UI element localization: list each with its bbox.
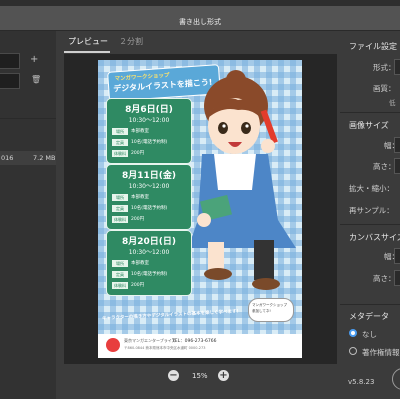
event-row-value: 200円 xyxy=(131,283,145,288)
resample-label: 再サンプル： xyxy=(349,206,394,215)
dialog-title-bar: 書き出し形式 xyxy=(0,0,400,31)
event-row-value: 10名(電話予約制) xyxy=(131,272,168,277)
speech-bubble: マンガワークショップ 参加してネ! xyxy=(248,298,294,322)
poster-tagline: キャラクターの描き方やデジタルイラストの基本を楽しく学べます! xyxy=(101,309,239,322)
window-top-strip xyxy=(0,0,400,6)
organizer-tel: TEL：096-273-6766 xyxy=(172,339,217,344)
zoom-in-button[interactable]: + xyxy=(218,370,229,381)
poster-image: マンガワークショップ デジタルイラストを描こう! 8月6日(日) 10:30〜1… xyxy=(98,60,302,358)
event-row-value: 本部教室 xyxy=(131,261,149,266)
format-select[interactable] xyxy=(394,59,400,75)
event-row-label: 場所 xyxy=(112,260,128,267)
metadata-heading: メタデータ xyxy=(349,312,389,321)
zoom-controls: − 15% + xyxy=(64,366,337,386)
event-row-label: 体験料 xyxy=(112,216,128,223)
active-tab-indicator xyxy=(64,51,110,53)
event-row-value: 200円 xyxy=(131,151,145,156)
event-time: 10:30〜12:00 xyxy=(128,249,170,256)
width-input[interactable] xyxy=(394,137,400,153)
file-settings-heading: ファイル設定 xyxy=(349,42,397,51)
poster-footer: 東京マンガエンタープライズ TEL：096-273-6766 〒860-0844… xyxy=(98,334,302,358)
event-card: 8月6日(日) 10:30〜12:00 場所 本部教室 定員 10名(電話予約制… xyxy=(106,98,192,164)
event-time: 10:30〜12:00 xyxy=(128,183,170,190)
height-input[interactable] xyxy=(394,158,400,174)
version-label: v5.8.23 xyxy=(348,378,375,386)
metadata-copyright-label: 著作権情報 xyxy=(362,348,400,357)
panel-divider xyxy=(340,224,400,225)
event-date: 8月20日(日) xyxy=(121,237,176,247)
event-row-label: 定員 xyxy=(112,139,128,146)
event-date: 8月6日(日) xyxy=(125,105,173,115)
dialog-title: 書き出し形式 xyxy=(179,18,221,26)
file-list-row[interactable]: 016 7.2 MB xyxy=(0,151,56,165)
left-panel: + 🗑 016 7.2 MB xyxy=(0,31,56,399)
file-size: 7.2 MB xyxy=(33,154,56,162)
preset-field[interactable] xyxy=(0,53,20,69)
quality-low-label: 低 xyxy=(389,99,396,107)
panel-divider xyxy=(340,112,400,113)
event-row-label: 場所 xyxy=(112,194,128,201)
event-row-label: 定員 xyxy=(112,205,128,212)
event-time: 10:30〜12:00 xyxy=(128,117,170,124)
preset-select[interactable] xyxy=(0,73,20,89)
format-label: 形式： xyxy=(373,63,396,72)
event-row-label: 場所 xyxy=(112,128,128,135)
speech-line-1: マンガワークショップ xyxy=(252,303,287,307)
event-row-value: 200円 xyxy=(131,217,145,222)
metadata-none-label: なし xyxy=(362,330,377,339)
event-row-value: 10名(電話予約制) xyxy=(131,206,168,211)
event-card: 8月20日(日) 10:30〜12:00 場所 本部教室 定員 10名(電話予約… xyxy=(106,230,192,296)
canvas-size-heading: カンバスサイズ xyxy=(349,233,400,242)
zoom-out-button[interactable]: − xyxy=(168,370,179,381)
height-label: 高さ： xyxy=(373,162,396,171)
speech-line-2: 参加してネ! xyxy=(252,309,271,313)
panel-divider xyxy=(340,304,400,305)
image-size-heading: 画像サイズ xyxy=(349,121,389,130)
event-row-value: 本部教室 xyxy=(131,195,149,200)
event-row-value: 10名(電話予約制) xyxy=(131,140,168,145)
delete-preset-icon[interactable]: 🗑 xyxy=(31,75,41,85)
tab-preview[interactable]: プレビュー xyxy=(68,36,108,47)
event-row-value: 本部教室 xyxy=(131,129,149,134)
metadata-copyright-radio[interactable] xyxy=(349,347,357,355)
settings-panel: ファイル設定 形式： 画質： 低 画像サイズ 幅： 高さ： 拡大・縮小： 再サン… xyxy=(340,31,400,399)
left-divider xyxy=(0,118,56,119)
event-row-label: 定員 xyxy=(112,271,128,278)
organizer-address: 〒860-0844 熊本県熊本市中央区水道町 0000-273 xyxy=(124,346,206,350)
file-name: 016 xyxy=(1,154,14,162)
organizer-logo-icon xyxy=(106,338,120,352)
tab-split-view[interactable]: ２分割 xyxy=(119,36,143,47)
quality-label: 画質： xyxy=(373,84,396,93)
event-date: 8月11日(金) xyxy=(121,171,176,181)
metadata-none-radio[interactable] xyxy=(349,329,357,337)
event-row-label: 体験料 xyxy=(112,150,128,157)
zoom-level: 15% xyxy=(192,372,208,380)
scale-label: 拡大・縮小： xyxy=(349,184,394,193)
organizer-name: 東京マンガエンタープライズ xyxy=(124,338,176,343)
canvas-height-input[interactable] xyxy=(394,270,400,286)
event-row-label: 体験料 xyxy=(112,282,128,289)
event-card: 8月11日(金) 10:30〜12:00 場所 本部教室 定員 10名(電話予約… xyxy=(106,164,192,230)
canvas-width-input[interactable] xyxy=(394,248,400,264)
add-preset-icon[interactable]: + xyxy=(30,55,38,65)
canvas-height-label: 高さ： xyxy=(373,274,396,283)
